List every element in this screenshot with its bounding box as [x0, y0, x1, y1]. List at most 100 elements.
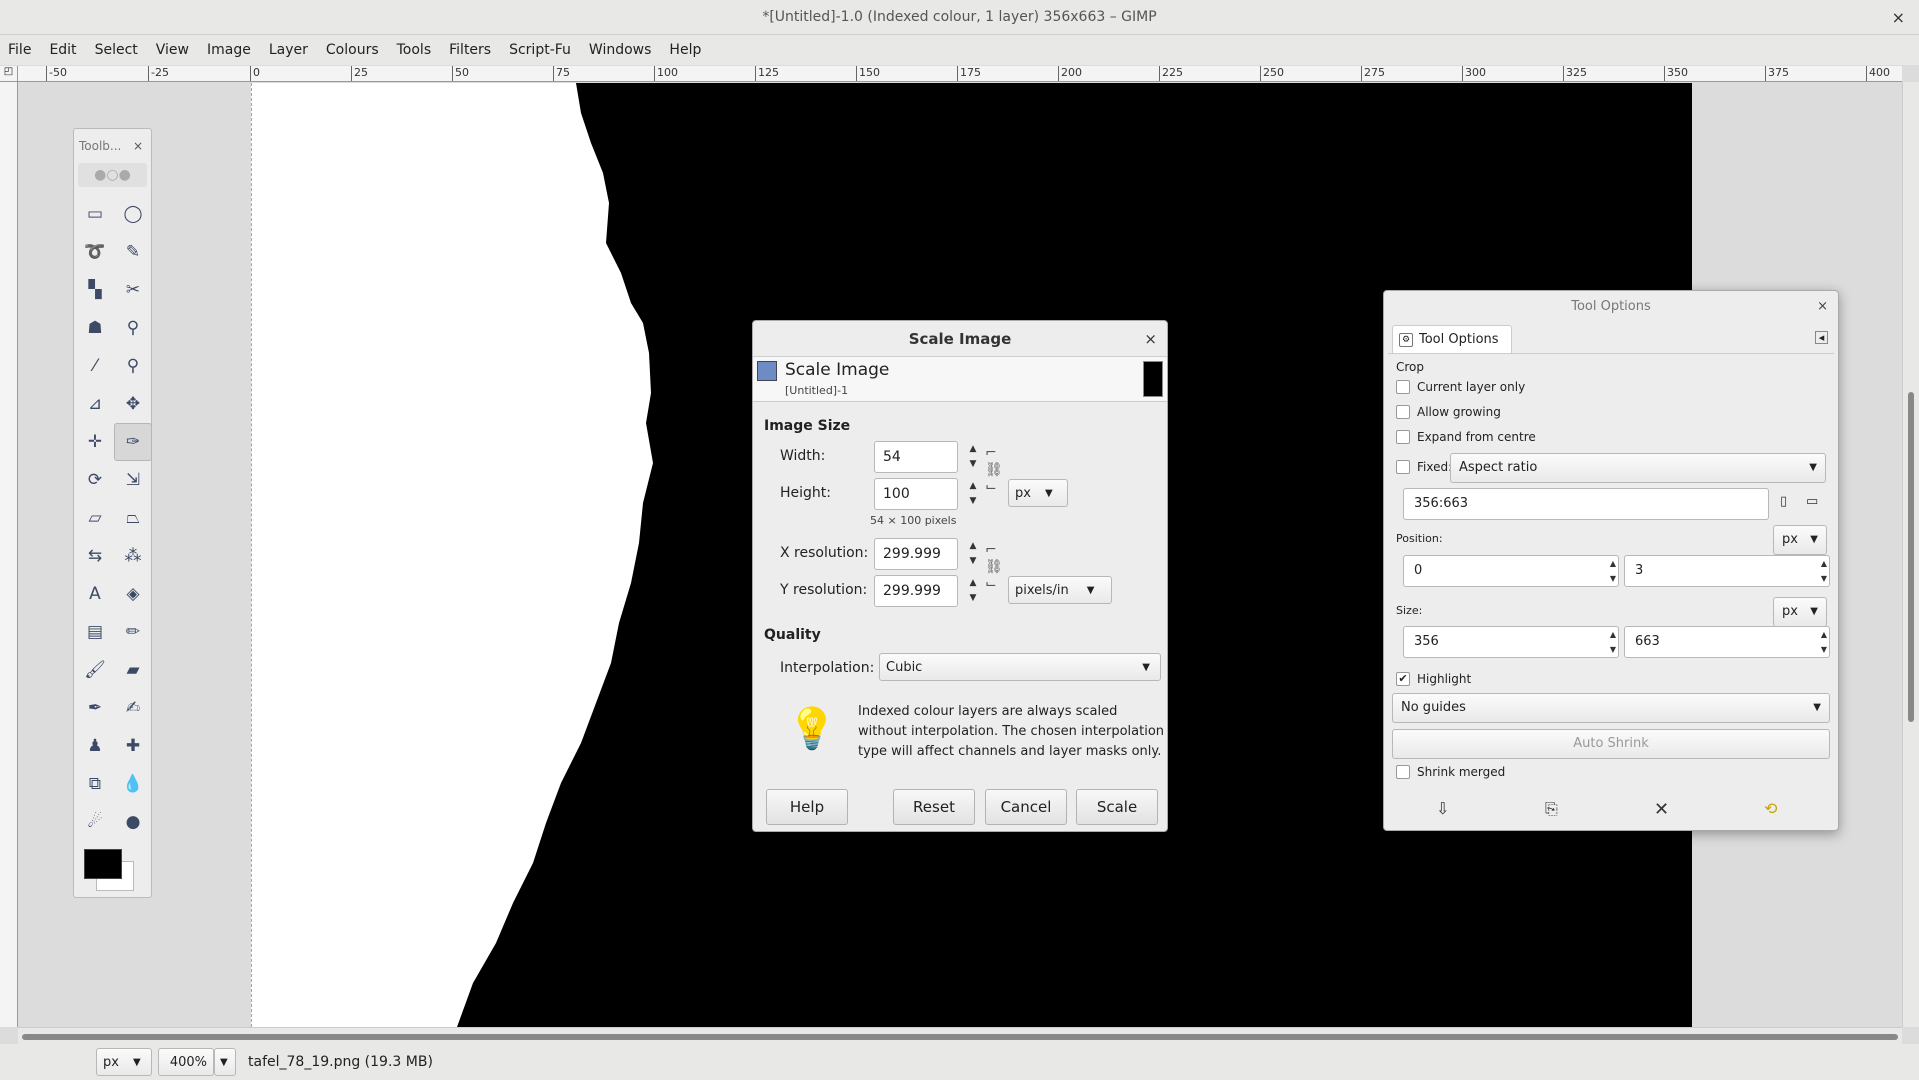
zoom-field[interactable]: 400% [158, 1048, 214, 1076]
fuzzy-select-icon[interactable]: ✎ [114, 233, 152, 271]
dialog-close-icon[interactable]: × [1144, 321, 1157, 357]
horizontal-scrollbar[interactable] [18, 1027, 1902, 1044]
zoom-dropdown-button[interactable]: ▼ [214, 1048, 236, 1076]
align-icon[interactable]: ✛ [76, 423, 114, 461]
window-close-icon[interactable]: × [1892, 0, 1905, 35]
cage-icon[interactable]: ⁂ [114, 537, 152, 575]
y-resolution-input[interactable]: 299.999 ▲ ▼ [874, 575, 976, 607]
measure-icon[interactable]: ⊿ [76, 385, 114, 423]
tab-menu-icon[interactable]: ◂ [1815, 331, 1828, 344]
size-width-input[interactable]: 356 ▲ ▼ [1403, 626, 1619, 658]
move-icon[interactable]: ✥ [114, 385, 152, 423]
fixed-mode-selector[interactable]: Aspect ratio ▼ [1450, 453, 1826, 483]
reset-options-icon[interactable]: ⟲ [1764, 799, 1777, 818]
tool-options-close-icon[interactable]: × [1817, 291, 1828, 322]
menu-layer[interactable]: Layer [269, 42, 308, 58]
menu-edit[interactable]: Edit [49, 42, 76, 58]
tab-tool-options[interactable]: ⚙ Tool Options [1392, 325, 1512, 353]
guides-selector[interactable]: No guides ▼ [1392, 693, 1830, 723]
crop-icon[interactable]: ✑ [114, 423, 152, 461]
fixed-checkbox[interactable]: Fixed: [1396, 460, 1452, 474]
size-height-input[interactable]: 663 ▲ ▼ [1624, 626, 1830, 658]
rect-select-icon[interactable]: ▭ [76, 195, 114, 233]
dodge-burn-icon[interactable]: ● [114, 803, 152, 841]
pencil-icon[interactable]: ✏ [114, 613, 152, 651]
y-resolution-spin-arrows[interactable]: ▲ ▼ [965, 576, 981, 606]
blur-icon[interactable]: 💧 [114, 765, 152, 803]
aspect-ratio-input[interactable]: 356:663 [1403, 488, 1769, 520]
highlight-checkbox[interactable]: ✔ Highlight [1396, 672, 1471, 686]
menu-help[interactable]: Help [669, 42, 701, 58]
perspective-clone-icon[interactable]: ⧉ [76, 765, 114, 803]
position-y-input[interactable]: 3 ▲ ▼ [1624, 555, 1830, 587]
checkbox-box[interactable] [1396, 430, 1410, 444]
scissors-icon[interactable]: ✂ [114, 271, 152, 309]
save-options-icon[interactable]: ⇩ [1436, 799, 1449, 818]
current-layer-only-checkbox[interactable]: Current layer only [1396, 380, 1525, 394]
ruler-corner[interactable]: ◰ [0, 66, 18, 82]
resolution-chain-icon[interactable]: ⌐ ⛓ ⌙ [985, 542, 1003, 593]
shrink-merged-checkbox[interactable]: Shrink merged [1396, 765, 1505, 779]
checkbox-box[interactable] [1396, 765, 1410, 779]
eraser-icon[interactable]: ▰ [114, 651, 152, 689]
ellipse-select-icon[interactable]: ◯ [114, 195, 152, 233]
spin-arrows-icon[interactable]: ▲ ▼ [1610, 556, 1616, 586]
interpolation-selector[interactable]: Cubic ▼ [879, 653, 1161, 681]
menu-colours[interactable]: Colours [326, 42, 379, 58]
expand-from-centre-checkbox[interactable]: Expand from centre [1396, 430, 1536, 444]
smudge-icon[interactable]: ☄ [76, 803, 114, 841]
landscape-icon[interactable]: ▭ [1806, 494, 1818, 509]
free-select-icon[interactable]: ➰ [76, 233, 114, 271]
height-spin-arrows[interactable]: ▲ ▼ [965, 479, 981, 509]
spin-arrows-icon[interactable]: ▲ ▼ [1821, 556, 1827, 586]
scale-icon[interactable]: ⇲ [114, 461, 152, 499]
menu-tools[interactable]: Tools [397, 42, 432, 58]
portrait-icon[interactable]: ▯ [1780, 494, 1787, 509]
heal-icon[interactable]: ✚ [114, 727, 152, 765]
shear-icon[interactable]: ▱ [76, 499, 114, 537]
foreground-color-swatch[interactable] [84, 849, 122, 879]
paintbrush-icon[interactable]: 🖌 [76, 651, 114, 689]
menu-filters[interactable]: Filters [449, 42, 491, 58]
size-unit-selector[interactable]: px ▼ [1773, 597, 1827, 627]
flip-icon[interactable]: ⇆ [76, 537, 114, 575]
checkbox-box[interactable] [1396, 460, 1410, 474]
vertical-scroll-thumb[interactable] [1908, 392, 1914, 722]
wilber-drop-area[interactable]: ●○● [78, 163, 147, 187]
spin-arrows-icon[interactable]: ▲ ▼ [1610, 627, 1616, 657]
width-spin-arrows[interactable]: ▲ ▼ [965, 442, 981, 472]
x-resolution-spin-arrows[interactable]: ▲ ▼ [965, 539, 981, 569]
auto-shrink-button[interactable]: Auto Shrink [1392, 729, 1830, 759]
reset-button[interactable]: Reset [893, 789, 975, 825]
cancel-button[interactable]: Cancel [985, 789, 1067, 825]
size-unit-selector[interactable]: px ▼ [1008, 479, 1068, 507]
zoom-icon[interactable]: ⚲ [114, 347, 152, 385]
color-picker-icon[interactable]: ⁄ [76, 347, 114, 385]
airbrush-icon[interactable]: ✒ [76, 689, 114, 727]
menu-view[interactable]: View [156, 42, 189, 58]
scale-button[interactable]: Scale [1076, 789, 1158, 825]
ink-icon[interactable]: ✍ [114, 689, 152, 727]
select-by-color-icon[interactable]: ▚ [76, 271, 114, 309]
x-resolution-input[interactable]: 299.999 ▲ ▼ [874, 538, 976, 570]
restore-options-icon[interactable]: ⎘ [1545, 799, 1558, 819]
clone-icon[interactable]: ♟ [76, 727, 114, 765]
menu-select[interactable]: Select [95, 42, 138, 58]
unit-selector[interactable]: px ▼ [96, 1048, 152, 1076]
delete-options-icon[interactable]: ✕ [1654, 799, 1669, 820]
menu-windows[interactable]: Windows [589, 42, 652, 58]
horizontal-scroll-thumb[interactable] [22, 1034, 1898, 1040]
bucket-fill-icon[interactable]: ◈ [114, 575, 152, 613]
gradient-icon[interactable]: ▤ [76, 613, 114, 651]
menu-script-fu[interactable]: Script-Fu [509, 42, 571, 58]
text-icon[interactable]: A [76, 575, 114, 613]
checkbox-box[interactable] [1396, 380, 1410, 394]
unified-transform-icon[interactable]: ⟳ [76, 461, 114, 499]
checkmark-icon[interactable]: ✔ [1396, 672, 1410, 686]
position-x-input[interactable]: 0 ▲ ▼ [1403, 555, 1619, 587]
help-button[interactable]: Help [766, 789, 848, 825]
allow-growing-checkbox[interactable]: Allow growing [1396, 405, 1501, 419]
toolbox-close-icon[interactable]: × [133, 129, 143, 163]
menu-image[interactable]: Image [207, 42, 251, 58]
vertical-scrollbar[interactable] [1902, 82, 1919, 1027]
